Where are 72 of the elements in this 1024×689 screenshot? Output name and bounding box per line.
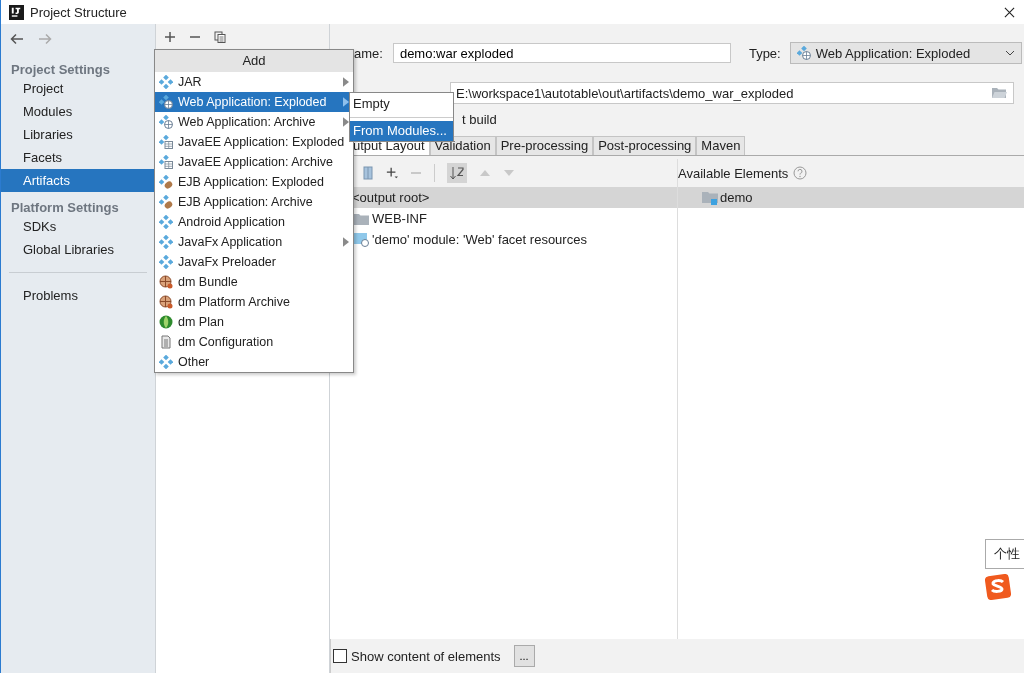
module-folder-icon — [702, 190, 718, 205]
sidebar-item[interactable]: Global Libraries — [1, 238, 155, 261]
app-logo-icon — [9, 4, 24, 20]
diamond-icon — [159, 255, 173, 269]
sidebar-item[interactable]: Libraries — [1, 123, 155, 146]
ball-icon — [159, 275, 173, 289]
globe-diamond-icon — [796, 46, 811, 60]
ball-icon — [159, 295, 173, 309]
tree-item[interactable]: demo — [720, 190, 753, 205]
tab[interactable]: Pre-processing — [495, 136, 594, 155]
menu-item[interactable]: dm Configuration — [155, 332, 353, 352]
sidebar-item[interactable]: Artifacts — [1, 169, 155, 192]
sidebar-item[interactable]: Project — [1, 77, 155, 100]
menu-item[interactable]: JavaFx Application — [155, 232, 353, 252]
tree-item[interactable]: 'demo' module: 'Web' facet resources — [372, 232, 587, 247]
close-icon[interactable] — [1004, 6, 1015, 18]
tree-item[interactable]: WEB-INF — [372, 211, 427, 226]
diamond-icon — [159, 235, 173, 249]
globe-diamond-icon — [159, 115, 173, 129]
sidebar-item[interactable]: Modules — [1, 100, 155, 123]
more-button[interactable]: ... — [513, 645, 535, 667]
diamond-icon — [159, 355, 173, 369]
menu-item[interactable]: Android Application — [155, 212, 353, 232]
menu-item[interactable]: Web Application: Archive — [155, 112, 353, 132]
menu-title: Add — [155, 50, 353, 72]
diamond-table-icon — [159, 135, 173, 149]
sidebar-item[interactable]: Problems — [1, 284, 155, 307]
columns-icon[interactable] — [362, 166, 374, 180]
diamond-bean-icon — [159, 175, 173, 189]
tab[interactable]: Post-processing — [593, 136, 697, 155]
add-dropdown-icon[interactable] — [386, 166, 398, 180]
chevron-down-icon — [1004, 50, 1015, 56]
leaf-ball-icon — [159, 315, 173, 329]
diamond-bean-icon — [159, 195, 173, 209]
section-heading: Platform Settings — [10, 199, 120, 215]
menu-item[interactable]: JavaEE Application: Archive — [155, 152, 353, 172]
checkbox-label: Show content of elements — [351, 648, 501, 664]
back-arrow-icon[interactable] — [10, 33, 24, 45]
menu-item[interactable]: Other — [155, 352, 353, 372]
window-title: Project Structure — [30, 4, 127, 20]
output-directory-field[interactable]: E:\workspace1\autotable\out\artifacts\demo_war_exploded — [450, 82, 1014, 104]
diamond-icon — [159, 215, 173, 229]
menu-item[interactable]: dm Platform Archive — [155, 292, 353, 312]
name-field[interactable]: demo:war exploded — [392, 43, 731, 63]
checkbox[interactable] — [333, 649, 347, 663]
type-dropdown[interactable]: Web Application: Exploded — [789, 42, 1022, 64]
panel-title: Available Elements — [678, 165, 789, 181]
menu-item[interactable]: dm Plan — [155, 312, 353, 332]
help-icon[interactable] — [793, 166, 808, 180]
sidebar-item[interactable]: SDKs — [1, 215, 155, 238]
menu-item[interactable]: dm Bundle — [155, 272, 353, 292]
menu-item[interactable]: Empty — [350, 94, 453, 114]
folder-icon[interactable] — [991, 87, 1007, 99]
field-label: Type: — [748, 45, 781, 61]
diamond-icon — [159, 75, 173, 89]
menu-item[interactable]: From Modules... — [350, 121, 453, 141]
ime-logo-icon[interactable] — [985, 574, 1011, 600]
tab[interactable]: Maven — [696, 136, 746, 155]
menu-item[interactable]: JavaFx Preloader — [155, 252, 353, 272]
field-label: ame: — [354, 45, 383, 61]
menu-item[interactable]: JAR — [155, 72, 353, 92]
sidebar-item[interactable]: Facets — [1, 146, 155, 169]
copy-icon[interactable] — [214, 31, 226, 43]
checkbox-label: t build — [462, 111, 497, 127]
section-heading: Project Settings — [10, 61, 111, 77]
folder-icon — [353, 211, 369, 226]
ime-tooltip: 个性 — [985, 539, 1024, 569]
sort-icon[interactable] — [447, 163, 467, 183]
document-icon — [159, 335, 173, 349]
globe-diamond-icon — [159, 95, 173, 109]
add-icon[interactable] — [164, 31, 176, 43]
diamond-table-icon — [159, 155, 173, 169]
